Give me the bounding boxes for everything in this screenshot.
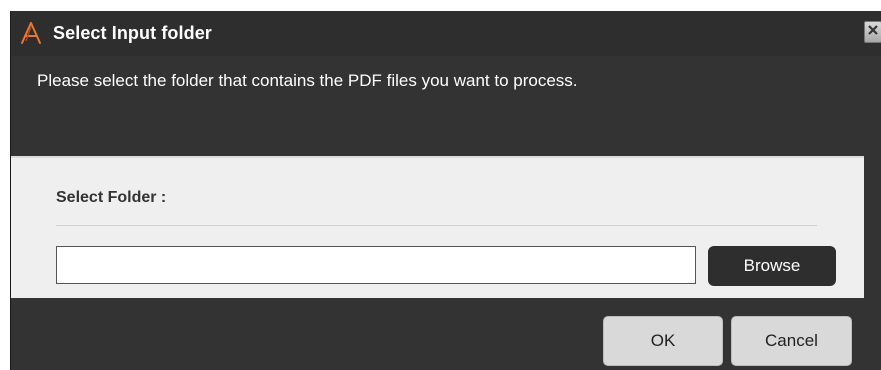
divider <box>56 225 817 226</box>
select-input-folder-dialog: Select Input folder Please select the fo… <box>10 11 881 370</box>
folder-path-input[interactable] <box>56 246 696 284</box>
close-icon <box>867 23 879 41</box>
app-logo-icon <box>19 21 43 45</box>
instruction-text: Please select the folder that contains t… <box>37 71 578 90</box>
cancel-button[interactable]: Cancel <box>731 316 852 366</box>
title-bar: Select Input folder <box>11 11 881 56</box>
select-folder-label: Select Folder : <box>56 189 167 206</box>
browse-button[interactable]: Browse <box>708 246 836 286</box>
dialog-title: Select Input folder <box>53 23 212 43</box>
folder-panel: Select Folder : Browse <box>11 156 864 298</box>
close-button[interactable] <box>864 21 881 43</box>
ok-button[interactable]: OK <box>603 316 723 366</box>
